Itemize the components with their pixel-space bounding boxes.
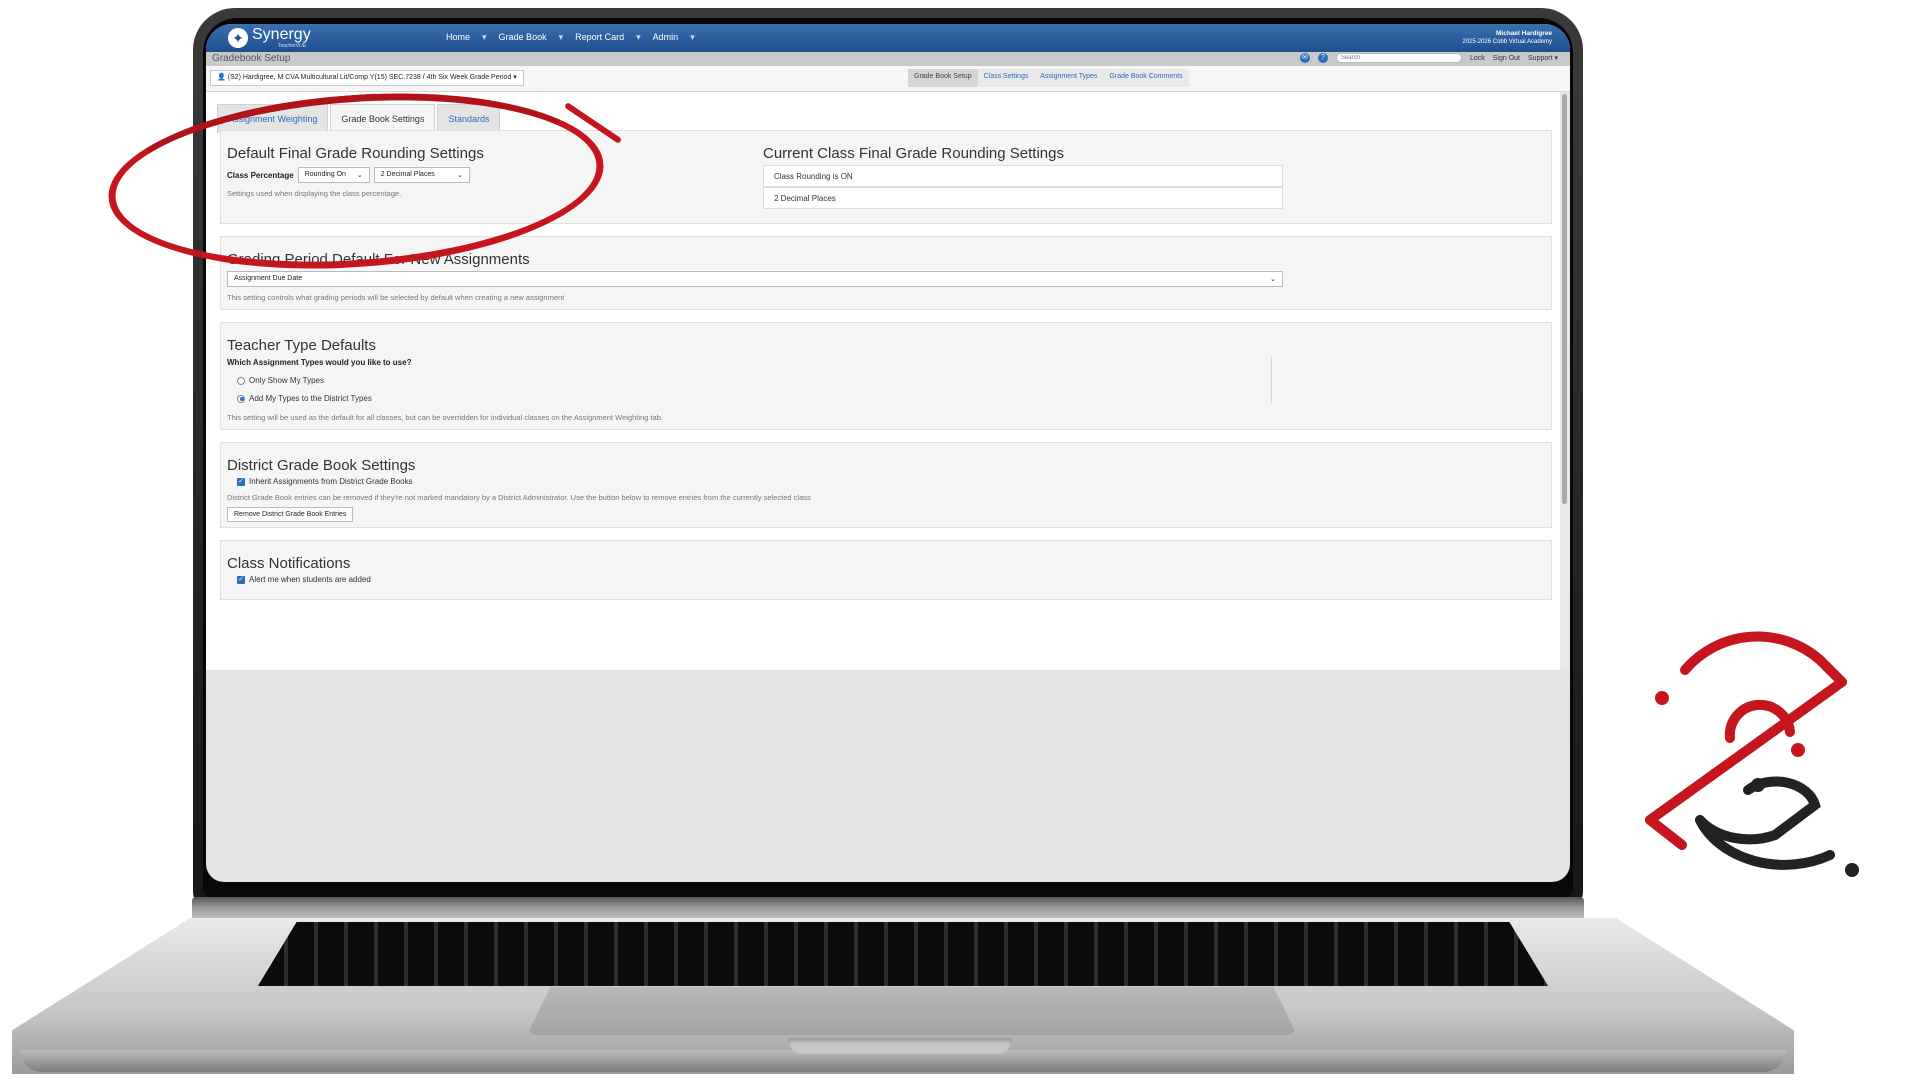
mail-icon[interactable]: ✉	[1299, 53, 1310, 63]
chevron-down-icon[interactable]: ▾	[636, 32, 641, 43]
brand-dot	[1655, 691, 1669, 705]
brand-dot	[1845, 863, 1859, 877]
user-info: Michael Hardigree 2025-2026 Cobb Virtual…	[1462, 30, 1552, 46]
nav-grade-book[interactable]: Grade Book	[499, 32, 547, 43]
grading-period-help: This setting controls what grading perio…	[227, 293, 565, 302]
district-help: District Grade Book entries can be remov…	[227, 493, 811, 502]
radio-add-my-types[interactable]	[237, 394, 245, 403]
tab-class-settings[interactable]: Class Settings	[977, 69, 1035, 87]
remove-district-entries-button[interactable]: Remove District Grade Book Entries	[227, 507, 354, 522]
user-name: Michael Hardigree	[1496, 30, 1552, 37]
scroll-thumb[interactable]	[1562, 94, 1567, 504]
chevron-down-icon[interactable]: ▾	[482, 32, 487, 43]
brand-subtitle: TeacherVUE	[278, 43, 307, 49]
chevron-down-icon: ⌄	[1270, 276, 1276, 283]
utility-bar: ✉ ? Lock Sign Out Support ▾	[1299, 53, 1558, 63]
current-rounding-title: Current Class Final Grade Rounding Setti…	[763, 145, 1064, 162]
laptop-notch	[788, 1038, 1012, 1054]
checkbox-checked-icon[interactable]: ✓	[237, 575, 245, 584]
teacher-type-question: Which Assignment Types would you like to…	[227, 358, 412, 367]
screenshot-stage: ✦ Synergy TeacherVUE Home ▾ Grade Book ▾ R…	[0, 0, 1920, 1080]
main-nav: Home ▾ Grade Book ▾ Report Card ▾ Admin ▾	[446, 32, 695, 43]
inherit-assignments-option[interactable]: ✓ Inherit Assignments from District Grad…	[237, 477, 413, 486]
synergy-logo-icon[interactable]: ✦	[228, 28, 248, 48]
sign-out-link[interactable]: Sign Out	[1493, 55, 1520, 62]
nav-home[interactable]: Home	[446, 32, 470, 43]
chevron-down-icon[interactable]: ▾	[559, 32, 564, 43]
alert-students-option[interactable]: ✓ Alert me when students are added	[237, 575, 371, 584]
laptop-trackpad	[527, 987, 1297, 1035]
tab-grade-book-comments[interactable]: Grade Book Comments	[1103, 69, 1189, 87]
sub-header: Gradebook Setup ✉ ? Lock Sign Out Suppor…	[206, 52, 1570, 66]
teacher-type-panel: Teacher Type Defaults Which Assignment T…	[220, 322, 1552, 430]
top-nav-bar: ✦ Synergy TeacherVUE Home ▾ Grade Book ▾ R…	[206, 24, 1570, 52]
chevron-down-icon[interactable]: ▾	[690, 32, 695, 43]
checkbox-checked-icon[interactable]: ✓	[237, 477, 245, 486]
brand-arc-outer	[1680, 631, 1847, 687]
search-input[interactable]	[1335, 53, 1462, 63]
tab-assignment-types[interactable]: Assignment Types	[1034, 69, 1104, 87]
divider	[1271, 357, 1272, 403]
grading-period-select[interactable]: Assignment Due Date ⌄	[227, 271, 1283, 287]
nav-report-card[interactable]: Report Card	[575, 32, 624, 43]
nav-admin[interactable]: Admin	[653, 32, 679, 43]
user-school: 2025-2026 Cobb Virtual Academy	[1462, 39, 1552, 45]
help-icon[interactable]: ?	[1317, 53, 1328, 63]
lock-link[interactable]: Lock	[1470, 55, 1485, 62]
option-label: Only Show My Types	[249, 376, 324, 385]
option-only-my-types[interactable]: Only Show My Types	[237, 376, 324, 385]
notifications-title: Class Notifications	[227, 555, 351, 572]
page-title: Gradebook Setup	[212, 53, 291, 64]
class-tabs: Grade Book Setup Class Settings Assignme…	[908, 69, 1189, 87]
teacher-type-help: This setting will be used as the default…	[227, 413, 663, 422]
class-selector[interactable]: 👤 (S2) Hardigree, M CVA Multicultural Li…	[210, 70, 524, 86]
laptop-keyboard	[258, 922, 1548, 986]
teacher-type-title: Teacher Type Defaults	[227, 337, 376, 354]
support-link[interactable]: Support ▾	[1528, 54, 1558, 62]
district-panel: District Grade Book Settings ✓ Inherit A…	[220, 442, 1552, 528]
brand-name: Synergy	[252, 26, 311, 43]
brand-dot	[1751, 778, 1765, 792]
class-bar: 👤 (S2) Hardigree, M CVA Multicultural Li…	[206, 66, 1570, 92]
brand-dot	[1791, 743, 1805, 757]
person-icon: 👤	[217, 74, 226, 81]
option-add-my-types[interactable]: Add My Types to the District Types	[237, 394, 372, 403]
notifications-panel: Class Notifications ✓ Alert me when stud…	[220, 540, 1552, 600]
inherit-assignments-label: Inherit Assignments from District Grade …	[249, 477, 413, 486]
tab-grade-book-setup[interactable]: Grade Book Setup	[908, 69, 978, 87]
district-title: District Grade Book Settings	[227, 457, 416, 474]
brand-mark-icon	[1645, 631, 1859, 877]
current-rounding-row: Class Rounding is ON	[763, 165, 1283, 187]
page-scrollbar[interactable]	[1560, 92, 1570, 670]
alert-students-label: Alert me when students are added	[249, 575, 371, 584]
brand-arc-foot	[1645, 815, 1687, 850]
class-selector-label: (S2) Hardigree, M CVA Multicultural Lit/…	[227, 74, 517, 81]
option-label: Add My Types to the District Types	[249, 394, 372, 403]
grading-period-value: Assignment Due Date	[234, 275, 303, 282]
current-decimal-row: 2 Decimal Places	[763, 187, 1283, 209]
radio-only-my-types[interactable]	[237, 376, 245, 385]
